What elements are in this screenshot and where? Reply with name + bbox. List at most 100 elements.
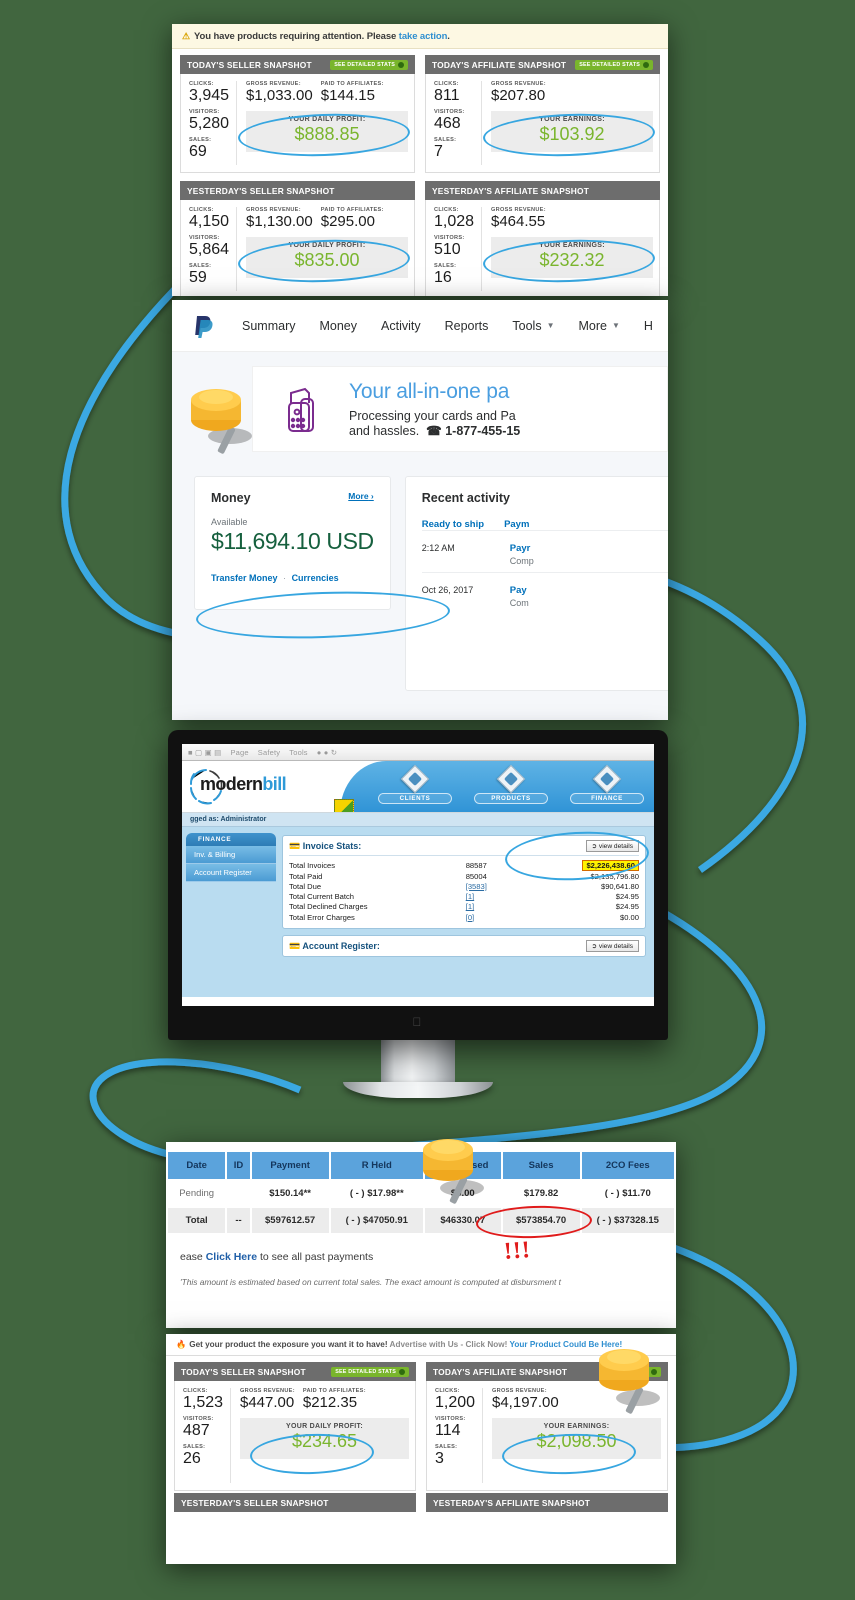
metrics-column: CLICKS: 1,200 VISITORS: 114 SALES: 3 xyxy=(427,1388,483,1483)
cell-r-held: ( - ) $47050.91 xyxy=(330,1208,423,1233)
col-payment[interactable]: Payment xyxy=(251,1152,329,1179)
invoice-stats-header: 💳 Invoice Stats: ➲ view details xyxy=(289,840,639,856)
flame-icon: 🔥 xyxy=(176,1340,187,1349)
table-row: Total Current Batch [1] $24.95 xyxy=(289,892,639,902)
card-title: YESTERDAY'S SELLER SNAPSHOT xyxy=(181,1497,329,1508)
currencies-link[interactable]: Currencies xyxy=(292,573,339,583)
earnings-label: YOUR EARNINGS: xyxy=(539,242,605,250)
card-title: TODAY'S SELLER SNAPSHOT xyxy=(181,1366,306,1377)
activity-name: Payr xyxy=(509,543,531,554)
count-link[interactable]: [1] xyxy=(466,892,474,901)
count-link[interactable]: [0] xyxy=(466,913,474,922)
revenue-item: GROSS REVENUE: $464.55 xyxy=(491,207,546,230)
nav-label: Activity xyxy=(381,318,421,333)
revenue-row: GROSS REVENUE: $207.80 xyxy=(491,81,653,104)
col-r-held[interactable]: R Held xyxy=(330,1152,423,1179)
take-action-link[interactable]: take action xyxy=(399,31,448,42)
see-detailed-stats-button[interactable]: SEE DETAILED STATS xyxy=(331,1366,409,1377)
see-detailed-stats-button[interactable]: SEE DETAI xyxy=(614,1366,661,1377)
nav-item-tools[interactable]: Tools ▼ xyxy=(512,319,554,333)
table-row-total: Total -- $597612.57 ( - ) $47050.91 $463… xyxy=(168,1208,674,1233)
card-header: TODAY'S SELLER SNAPSHOT SEE DETAILED STA… xyxy=(180,55,415,74)
yesterday-footer-header: YESTERDAY'S AFFILIATE SNAPSHOT xyxy=(426,1493,668,1512)
nav-item-money[interactable]: Money xyxy=(319,319,357,333)
see-detailed-stats-button[interactable]: SEE DETAILED STATS xyxy=(330,59,408,70)
count-link[interactable]: [1] xyxy=(466,902,474,911)
activity-row[interactable]: 2:12 AM Payr Comp xyxy=(421,530,668,572)
modernbill-logo: modernbill xyxy=(200,774,287,795)
row-label: Total Due xyxy=(289,881,322,891)
sidebar-item-inv-billing[interactable]: Inv. & Billing xyxy=(186,846,276,864)
paypal-logo-icon xyxy=(194,314,214,338)
tab-ready-to-ship[interactable]: Ready to ship xyxy=(422,519,484,530)
composite-stage: ⚠ You have products requiring attention. … xyxy=(0,0,855,1600)
toolbar-item-safety[interactable]: Safety xyxy=(258,748,280,757)
count-link[interactable]: [3583] xyxy=(466,882,487,891)
metrics-column: CLICKS: 4,150 VISITORS: 5,864 SALES: 59 xyxy=(181,207,237,291)
view-details-button[interactable]: ➲ view details xyxy=(585,940,639,953)
col-r-released[interactable]: R Released xyxy=(424,1152,501,1179)
revenue-item: PAID TO AFFILIATES: $212.35 xyxy=(303,1388,366,1411)
toolbar-item-page[interactable]: Page xyxy=(230,748,248,757)
modernbill-tabs: CLIENTS PRODUCTS FINANCE xyxy=(378,764,644,804)
button-label: SEE DETAI xyxy=(618,1368,648,1375)
metric-value: 3 xyxy=(435,1449,444,1467)
nav-item-summary[interactable]: Summary xyxy=(242,319,295,333)
revenue-value: $1,130.00 xyxy=(246,213,313,230)
col-sales[interactable]: Sales xyxy=(502,1152,580,1179)
cell-sales: $179.82 xyxy=(502,1181,580,1206)
profit-label: YOUR DAILY PROFIT: xyxy=(288,116,366,124)
col-id[interactable]: ID xyxy=(227,1152,250,1179)
arrow-icon xyxy=(643,61,649,68)
revenue-row: GROSS REVENUE: $447.00 PAID TO AFFILIATE… xyxy=(240,1388,409,1411)
activity-row[interactable]: Oct 26, 2017 Pay Com xyxy=(421,572,668,614)
note-suffix: to see all past payments xyxy=(257,1251,374,1263)
click-here-link[interactable]: Click Here xyxy=(206,1251,257,1263)
revenue-value: $144.15 xyxy=(320,87,375,104)
revenue-item: PAID TO AFFILIATES: $144.15 xyxy=(321,81,384,104)
see-detailed-stats-button[interactable]: SEE DETAILED STATS xyxy=(575,59,653,70)
available-balance: $11,694.10 USD xyxy=(211,528,374,554)
row-count[interactable]: [3583] xyxy=(466,881,512,891)
nav-label: H xyxy=(643,318,653,333)
row-count[interactable]: [1] xyxy=(466,902,512,912)
banner-phone[interactable]: 1-877-455-15 xyxy=(445,424,520,438)
metrics-column: CLICKS: 1,028 VISITORS: 510 SALES: 16 xyxy=(426,207,482,291)
row-count[interactable]: [1] xyxy=(466,892,512,902)
banner-line-1: Processing your cards and Pa xyxy=(349,409,516,423)
footnote: 'This amount is estimated based on curre… xyxy=(180,1277,561,1287)
card-body: CLICKS: 1,028 VISITORS: 510 SALES: 16 GR… xyxy=(425,200,660,296)
payments-table-wrap: Date ID Payment R Held R Released Sales … xyxy=(166,1142,676,1287)
row-label: Total Paid xyxy=(289,871,323,881)
table-header-row: Date ID Payment R Held R Released Sales … xyxy=(168,1152,674,1179)
row-count[interactable]: [0] xyxy=(466,912,512,922)
tab-products[interactable]: PRODUCTS xyxy=(474,764,548,804)
your-product-link[interactable]: Your Product Could Be Here! xyxy=(510,1340,623,1349)
cell-r-held: ( - ) $17.98** xyxy=(330,1181,423,1206)
promo-text: Get your product the exposure you want i… xyxy=(189,1340,390,1349)
sidebar-item-account-register[interactable]: Account Register xyxy=(186,864,276,882)
nav-item-reports[interactable]: Reports xyxy=(445,319,489,333)
nav-item-more[interactable]: More ▼ xyxy=(579,319,620,333)
arrow-icon xyxy=(398,61,404,68)
transfer-money-link[interactable]: Transfer Money xyxy=(211,573,278,583)
nav-item-help[interactable]: H xyxy=(644,319,653,333)
tab-clients[interactable]: CLIENTS xyxy=(378,764,452,804)
card-body: CLICKS: 1,523 VISITORS: 487 SALES: 26 GR… xyxy=(174,1381,416,1491)
col-date[interactable]: Date xyxy=(168,1152,226,1179)
nav-item-activity[interactable]: Activity xyxy=(381,319,421,333)
card-header: TODAY'S AFFILIATE SNAPSHOT SEE DETAI xyxy=(426,1362,668,1381)
money-more-link[interactable]: More › xyxy=(348,491,374,501)
finance-content: 💳 Invoice Stats: ➲ view details Total In… xyxy=(276,827,654,997)
payments-table: Date ID Payment R Held R Released Sales … xyxy=(166,1150,676,1235)
row-amount: $0.00 xyxy=(619,912,639,922)
metric-value: 16 xyxy=(434,268,452,286)
tab-payments[interactable]: Paym xyxy=(504,519,529,530)
toolbar-item-tools[interactable]: Tools xyxy=(289,748,308,757)
revenue-column: GROSS REVENUE: $207.80 YOUR EARNINGS: $1… xyxy=(482,81,659,165)
col-2co-fees[interactable]: 2CO Fees xyxy=(581,1152,674,1179)
view-details-button[interactable]: ➲ view details xyxy=(585,840,639,852)
card-header: YESTERDAY'S SELLER SNAPSHOT xyxy=(180,181,415,200)
paypal-body: Your all-in-one pa Processing your cards… xyxy=(172,352,668,720)
tab-finance[interactable]: FINANCE xyxy=(570,764,644,804)
